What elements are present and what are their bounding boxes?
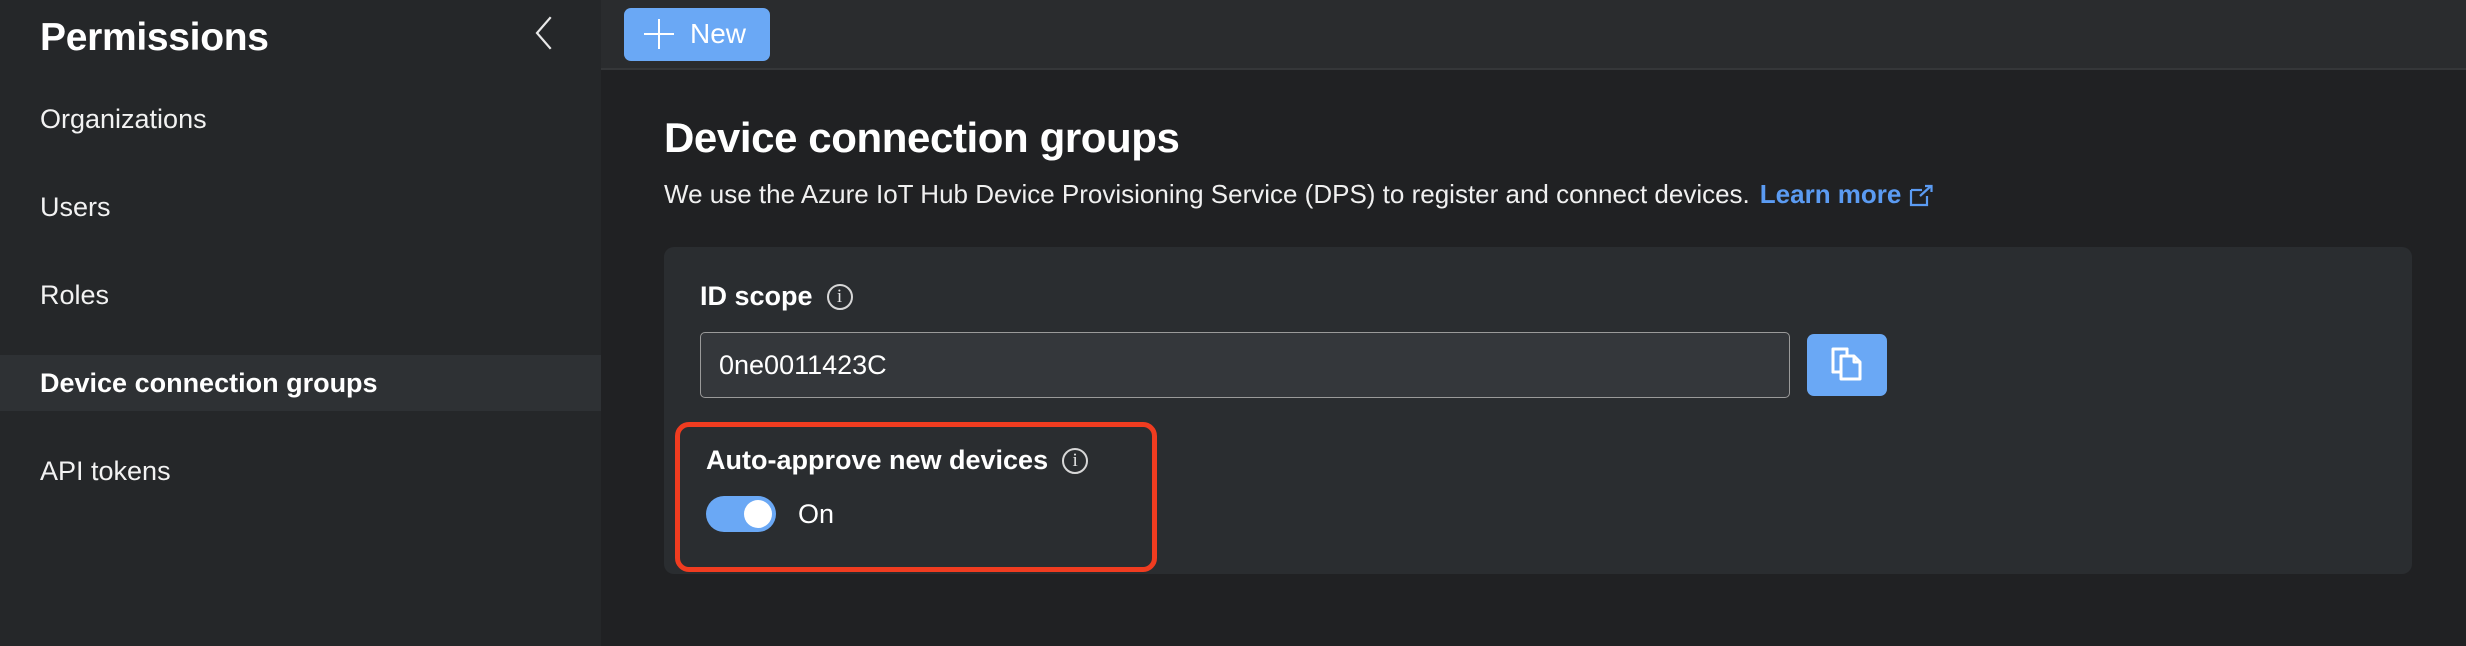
auto-approve-label: Auto-approve new devices <box>706 445 1049 475</box>
page-title: Device connection groups <box>664 114 1180 161</box>
sidebar-header: Permissions <box>0 0 601 70</box>
auto-approve-label-row: Auto-approve new devices i <box>706 447 1152 474</box>
copy-icon <box>1830 346 1864 385</box>
learn-more-link[interactable]: Learn more <box>1760 181 1902 207</box>
sidebar-item-label: Device connection groups <box>40 367 378 398</box>
sidebar-item-users[interactable]: Users <box>0 179 601 235</box>
auto-approve-state-label: On <box>798 498 835 529</box>
auto-approve-highlight-box: Auto-approve new devices i On <box>675 422 1157 572</box>
sidebar-nav: Organizations Users Roles Device connect… <box>0 91 601 499</box>
page-description-text: We use the Azure IoT Hub Device Provisio… <box>664 179 1750 209</box>
sidebar: Permissions Organizations Users Roles De… <box>0 0 601 646</box>
sidebar-item-label: API tokens <box>40 455 171 486</box>
new-button[interactable]: New <box>624 7 771 61</box>
plus-icon <box>644 19 674 49</box>
auto-approve-toggle[interactable] <box>706 496 776 532</box>
content-area: Device connection groups We use the Azur… <box>601 70 2466 574</box>
sidebar-item-roles[interactable]: Roles <box>0 267 601 323</box>
sidebar-item-label: Organizations <box>40 103 207 134</box>
id-scope-label-row: ID scope i <box>700 283 2412 310</box>
new-button-label: New <box>690 18 747 49</box>
toggle-knob <box>744 500 772 528</box>
device-connection-card: ID scope i 0ne0011423C Auto-approve new … <box>664 247 2412 574</box>
copy-id-scope-button[interactable] <box>1807 334 1887 396</box>
sidebar-item-api-tokens[interactable]: API tokens <box>0 443 601 499</box>
id-scope-label: ID scope <box>700 281 813 311</box>
page-description: We use the Azure IoT Hub Device Provisio… <box>664 181 2466 207</box>
chevron-left-icon <box>529 13 557 58</box>
sidebar-item-organizations[interactable]: Organizations <box>0 91 601 147</box>
id-scope-row <box>700 332 2412 398</box>
auto-approve-toggle-row: On <box>706 496 1152 532</box>
sidebar-title: Permissions <box>40 15 269 59</box>
info-icon[interactable]: i <box>1062 447 1089 474</box>
external-link-icon <box>1909 184 1935 208</box>
info-icon[interactable]: i <box>826 283 853 310</box>
toolbar: New <box>601 0 2466 70</box>
sidebar-item-label: Roles <box>40 279 110 310</box>
sidebar-item-device-connection-groups[interactable]: Device connection groups <box>0 355 601 411</box>
main-content: New Device connection groups We use the … <box>601 0 2466 646</box>
sidebar-collapse-button[interactable] <box>523 15 563 55</box>
app-root: Permissions Organizations Users Roles De… <box>0 0 2466 646</box>
id-scope-input[interactable] <box>700 332 1790 398</box>
sidebar-item-label: Users <box>40 191 111 222</box>
